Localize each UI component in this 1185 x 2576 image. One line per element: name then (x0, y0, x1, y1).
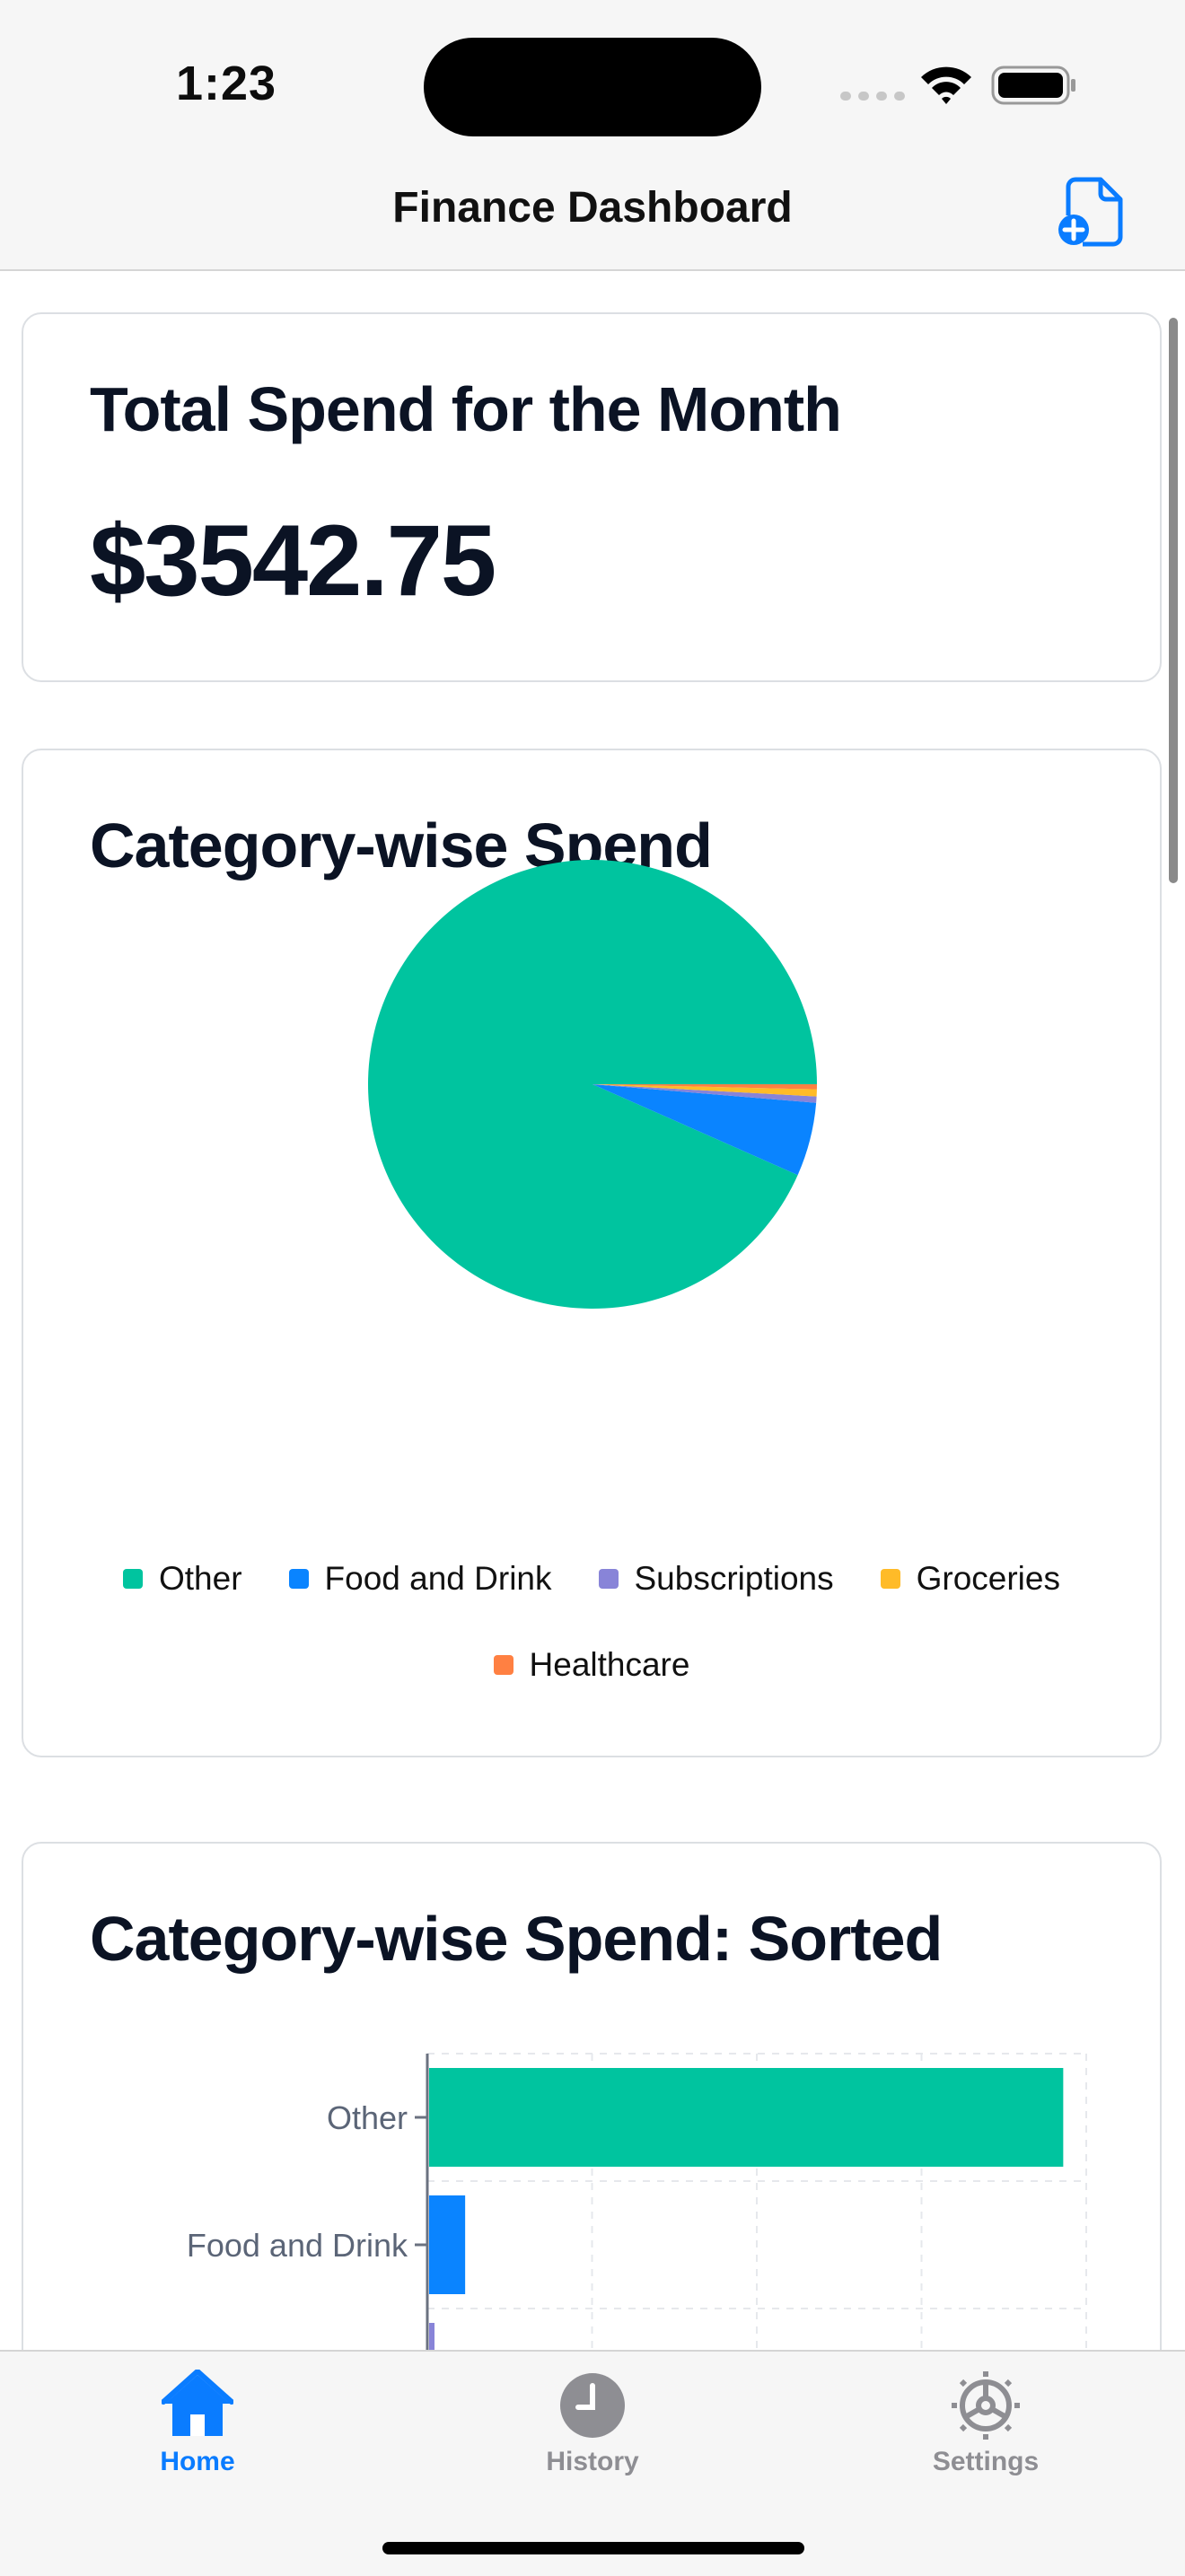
tab-history-label: History (546, 2447, 639, 2476)
category-pie-chart (368, 859, 817, 1309)
total-spend-title: Total Spend for the Month (90, 374, 842, 444)
tab-home[interactable]: Home (90, 2352, 305, 2486)
dynamic-island (424, 38, 761, 136)
y-tick-label-other: Other (327, 2099, 408, 2136)
legend-swatch-healthcare (493, 1655, 514, 1675)
pie-legend: Other Food and Drink Subscriptions Groce… (23, 1553, 1160, 1725)
tab-settings[interactable]: Settings (878, 2352, 1093, 2486)
doc-plus-icon (1058, 177, 1123, 247)
page-title: Finance Dashboard (392, 184, 793, 232)
legend-item-other: Other (122, 1560, 242, 1598)
navigation-bar: Finance Dashboard (0, 153, 1185, 271)
total-spend-card: Total Spend for the Month $3542.75 (22, 312, 1162, 682)
legend-item-healthcare: Healthcare (493, 1646, 690, 1684)
status-time: 1:23 (176, 57, 277, 110)
legend-label-subscriptions: Subscriptions (634, 1560, 834, 1597)
tab-settings-label: Settings (932, 2447, 1040, 2476)
tab-home-label: Home (160, 2447, 235, 2476)
status-bar: 1:23 (0, 0, 1185, 153)
category-bar-chart: Other Food and Drink (187, 2053, 1087, 2350)
wifi-icon (921, 66, 971, 104)
legend-item-subscriptions: Subscriptions (598, 1560, 834, 1598)
legend-label-food-and-drink: Food and Drink (324, 1560, 552, 1597)
legend-label-groceries: Groceries (916, 1560, 1060, 1597)
tab-bar: Home History Settings (0, 2350, 1185, 2576)
bar-food-and-drink (429, 2195, 466, 2294)
legend-label-healthcare: Healthcare (529, 1646, 690, 1683)
legend-swatch-food-and-drink (288, 1569, 309, 1589)
dashboard-scroll-view[interactable]: Total Spend for the Month $3542.75 Categ… (0, 271, 1185, 2350)
legend-item-food-and-drink: Food and Drink (288, 1560, 552, 1598)
legend-label-other: Other (158, 1560, 242, 1597)
home-indicator (382, 2542, 804, 2554)
legend-swatch-subscriptions (598, 1569, 619, 1589)
legend-swatch-other (122, 1569, 143, 1589)
cellular-signal-icon (840, 92, 905, 101)
battery-icon (991, 66, 1075, 105)
tab-history[interactable]: History (485, 2352, 700, 2486)
total-spend-amount: $3542.75 (90, 504, 496, 617)
legend-item-groceries: Groceries (880, 1560, 1060, 1598)
bar-other (429, 2068, 1064, 2167)
category-pie-card: Category-wise Spend Other Food and Drink… (22, 749, 1162, 1757)
pie-slice-other (368, 859, 817, 1309)
bar-subscriptions (429, 2323, 434, 2350)
legend-swatch-groceries (880, 1569, 900, 1589)
new-document-button[interactable] (1056, 174, 1128, 250)
y-tick-label-food-and-drink: Food and Drink (187, 2227, 408, 2264)
clock-icon (560, 2373, 625, 2438)
house-icon (162, 2370, 233, 2436)
scroll-indicator (1169, 318, 1178, 883)
category-bar-card: Category-wise Spend: Sorted Other Food an… (22, 1842, 1162, 2350)
gear-icon (952, 2371, 1020, 2440)
